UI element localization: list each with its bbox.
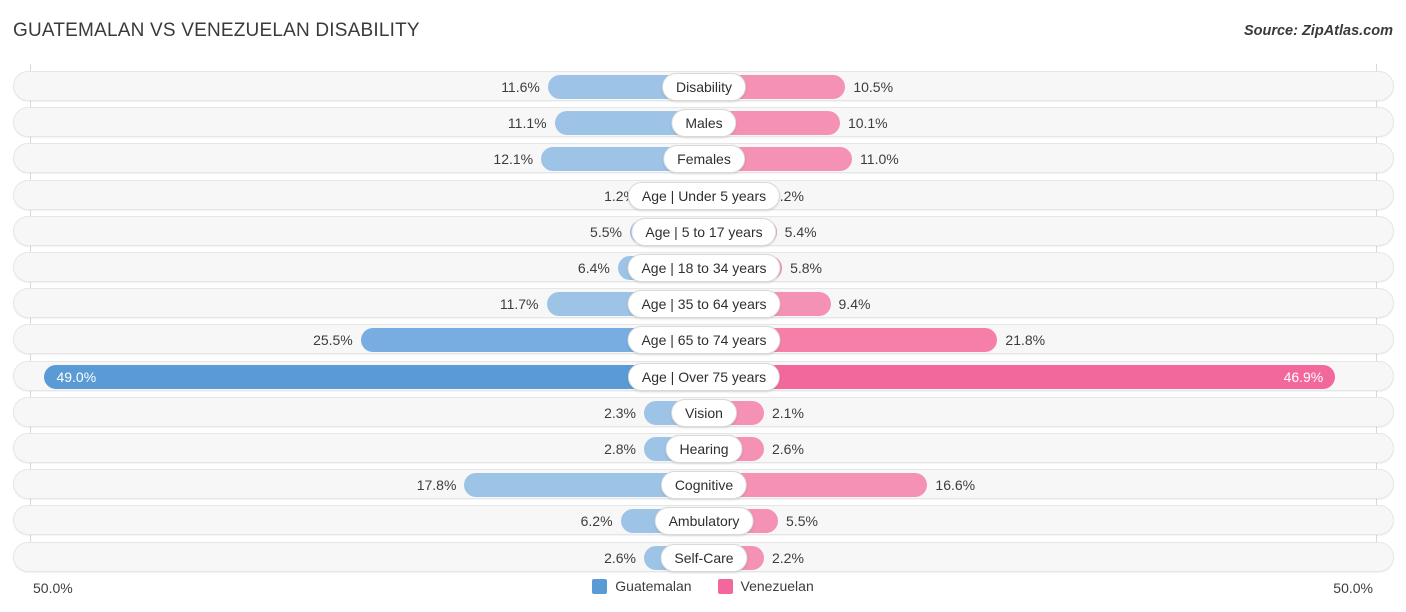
value-label-guatemalan: 1.2%	[604, 187, 636, 204]
chart-row[interactable]: 6.2% 5.5% Ambulatory	[13, 505, 1394, 536]
value-label-guatemalan: 49.0%	[56, 368, 97, 385]
row-category-label[interactable]: Females	[663, 145, 745, 174]
row-category-label[interactable]: Ambulatory	[654, 507, 754, 536]
value-label-venezuelan: 5.8%	[790, 260, 822, 276]
row-category-label[interactable]: Vision	[671, 398, 737, 427]
chart-row[interactable]: 5.5% 5.4% Age | 5 to 17 years	[13, 215, 1394, 246]
row-category-label[interactable]: Age | 18 to 34 years	[627, 254, 781, 282]
chart-row[interactable]: 1.2% 1.2% Age | Under 5 years	[13, 179, 1394, 210]
value-label-venezuelan: 2.2%	[772, 549, 804, 566]
value-label-guatemalan: 12.1%	[493, 151, 534, 168]
row-category-label[interactable]: Hearing	[665, 435, 743, 463]
legend: Guatemalan Venezuelan	[0, 578, 1406, 594]
chart-rows: 11.6% 10.5% Disability 11.1% 10.1% Males 12.1%…	[0, 64, 1406, 572]
value-label-guatemalan: 25.5%	[313, 332, 353, 349]
row-category-label[interactable]: Age | Under 5 years	[627, 181, 781, 210]
row-category-label[interactable]: Age | Over 75 years	[627, 362, 781, 391]
row-category-label[interactable]: Males	[671, 109, 737, 138]
disability-comparison-chart: GUATEMALAN VS VENEZUELAN DISABILITY Sour…	[0, 0, 1406, 612]
value-label-guatemalan: 11.7%	[499, 296, 539, 313]
value-label-venezuelan: 2.6%	[772, 441, 804, 457]
source-attribution: Source: ZipAtlas.com	[1243, 23, 1393, 39]
chart-row[interactable]: 25.5% 21.8% Age | 65 to 74 years	[13, 324, 1394, 355]
chart-footer: 50.0% 50.0% Guatemalan Venezuelan	[0, 574, 1406, 612]
chart-row[interactable]: 11.6% 10.5% Disability	[13, 71, 1394, 101]
value-label-guatemalan: 5.5%	[590, 223, 622, 240]
legend-swatch-icon-guatemalan	[592, 578, 608, 594]
chart-row[interactable]: 17.8% 16.6% Cognitive	[13, 469, 1394, 500]
legend-swatch-icon-venezuelan	[717, 578, 733, 594]
chart-row[interactable]: 11.1% 10.1% Males	[13, 107, 1394, 138]
value-label-venezuelan: 10.5%	[853, 79, 894, 95]
chart-row[interactable]: 12.1% 11.0% Females	[13, 143, 1394, 174]
value-label-guatemalan: 17.8%	[416, 477, 457, 494]
value-label-venezuelan: 1.2%	[772, 187, 804, 204]
row-category-label[interactable]: Cognitive	[660, 471, 748, 500]
value-label-guatemalan: 2.6%	[604, 549, 636, 566]
value-label-venezuelan: 16.6%	[935, 477, 976, 494]
value-label-venezuelan: 5.5%	[786, 513, 818, 530]
row-category-label[interactable]: Disability	[661, 73, 747, 101]
value-label-venezuelan: 2.1%	[772, 404, 804, 421]
page-title: GUATEMALAN VS VENEZUELAN DISABILITY	[13, 20, 420, 41]
chart-row[interactable]: 11.7% 9.4% Age | 35 to 64 years	[13, 288, 1394, 319]
value-label-guatemalan: 2.8%	[604, 441, 636, 457]
value-label-guatemalan: 2.3%	[604, 404, 636, 421]
legend-label-guatemalan: Guatemalan	[615, 578, 692, 594]
chart-row[interactable]: 2.6% 2.2% Self-Care	[13, 541, 1394, 572]
legend-item-venezuelan[interactable]: Venezuelan	[717, 578, 814, 594]
value-label-venezuelan: 21.8%	[1005, 332, 1046, 349]
value-label-guatemalan: 11.1%	[507, 115, 547, 132]
legend-item-guatemalan[interactable]: Guatemalan	[592, 578, 692, 594]
plot-area: 11.6% 10.5% Disability 11.1% 10.1% Males 12.1%…	[0, 64, 1406, 572]
value-label-venezuelan: 5.4%	[784, 223, 817, 240]
value-label-venezuelan: 11.0%	[860, 151, 899, 168]
chart-row[interactable]: 49.0% 46.9% Age | Over 75 years	[13, 360, 1394, 391]
row-category-label[interactable]: Self-Care	[660, 543, 748, 572]
row-category-label[interactable]: Age | 35 to 64 years	[627, 290, 781, 319]
chart-row[interactable]: 2.3% 2.1% Vision	[13, 396, 1394, 427]
value-label-guatemalan: 11.6%	[501, 79, 540, 95]
legend-label-venezuelan: Venezuelan	[740, 578, 814, 594]
value-label-guatemalan: 6.4%	[577, 260, 610, 276]
row-category-label[interactable]: Age | 65 to 74 years	[627, 326, 781, 355]
value-label-guatemalan: 6.2%	[580, 513, 613, 530]
chart-row[interactable]: 6.4% 5.8% Age | 18 to 34 years	[13, 252, 1394, 282]
value-label-venezuelan: 9.4%	[838, 296, 871, 313]
value-label-venezuelan: 10.1%	[847, 115, 888, 132]
chart-header: GUATEMALAN VS VENEZUELAN DISABILITY Sour…	[0, 0, 1406, 60]
value-label-venezuelan: 46.9%	[1283, 368, 1324, 385]
row-category-label[interactable]: Age | 5 to 17 years	[631, 217, 777, 246]
chart-row[interactable]: 2.8% 2.6% Hearing	[13, 433, 1394, 463]
